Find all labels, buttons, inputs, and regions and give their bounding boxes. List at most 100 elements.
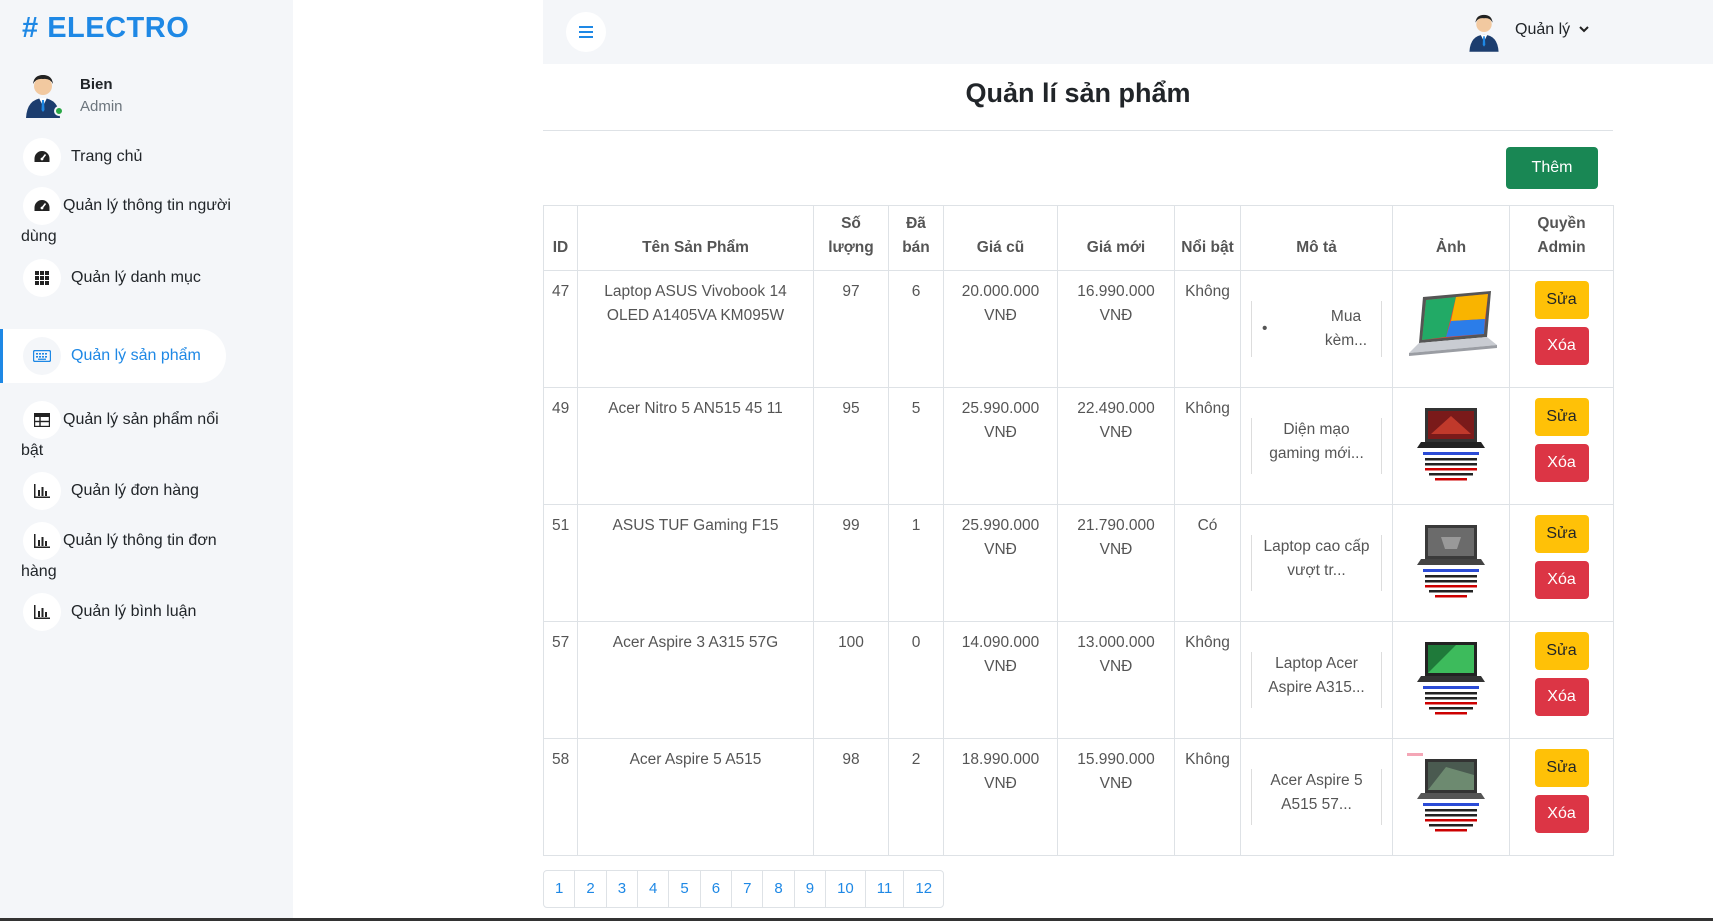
column-header: Giá cũ (943, 205, 1058, 271)
delete-button[interactable]: Xóa (1534, 327, 1589, 365)
delete-button[interactable]: Xóa (1534, 795, 1589, 833)
page-link[interactable]: 9 (795, 871, 827, 907)
cell-id: 51 (543, 504, 578, 622)
sidebar-item-categories[interactable]: Quản lý danh mục (0, 259, 293, 309)
laptop-image (1417, 642, 1485, 715)
desc-box: Acer Aspire 5 A515 57... (1251, 769, 1382, 825)
delete-button[interactable]: Xóa (1534, 678, 1589, 716)
cell-old-price: 25.990.000 VNĐ (943, 387, 1058, 505)
column-header: Số lượng (813, 205, 889, 271)
cell-actions: Sửa Xóa (1509, 270, 1614, 388)
cell-qty: 100 (813, 621, 889, 739)
column-header: Giá mới (1057, 205, 1175, 271)
column-header: Nổi bật (1174, 205, 1241, 271)
sidebar-item-featured-products[interactable]: Quản lý sản phẩm nổi bật (0, 401, 293, 471)
cell-actions: Sửa Xóa (1509, 387, 1614, 505)
sidebar-item-label: Quản lý đơn hàng (71, 482, 199, 499)
cell-image (1392, 504, 1510, 622)
edit-button[interactable]: Sửa (1534, 398, 1589, 436)
cell-featured: Không (1174, 270, 1241, 388)
laptop-image (1409, 291, 1497, 356)
cell-old-price: 14.090.000 VNĐ (943, 621, 1058, 739)
page-link[interactable]: 6 (701, 871, 733, 907)
delete-button[interactable]: Xóa (1534, 561, 1589, 599)
sidebar-item-user-info[interactable]: Quản lý thông tin người dùng (0, 187, 293, 257)
desc-box: Laptop cao cấp vượt tr... (1251, 535, 1382, 591)
page-link[interactable]: 1 (544, 871, 576, 907)
chevron-down-icon[interactable] (1577, 22, 1591, 36)
bullet-icon: • (1262, 320, 1268, 337)
laptop-image (1417, 408, 1485, 481)
column-header: Quyền Admin (1509, 205, 1614, 271)
table-row: 49 Acer Nitro 5 AN515 45 11 95 5 25.990.… (543, 387, 1614, 505)
menu-toggle-button[interactable] (566, 12, 606, 52)
cell-sold: 2 (888, 738, 944, 856)
sidebar-item-label: Quản lý bình luận (71, 603, 197, 620)
cell-sold: 5 (888, 387, 944, 505)
sidebar-item-comments[interactable]: Quản lý bình luận (0, 593, 293, 643)
page-link[interactable]: 3 (607, 871, 639, 907)
cell-desc: Diện mạo gaming mới... (1240, 387, 1393, 505)
edit-button[interactable]: Sửa (1534, 281, 1589, 319)
page-link[interactable]: 5 (669, 871, 701, 907)
divider (543, 130, 1613, 131)
cell-sold: 0 (888, 621, 944, 739)
table-row: 47 Laptop ASUS Vivobook 14 OLED A1405VA … (543, 270, 1614, 388)
user-panel: Bien Admin (22, 72, 282, 122)
sidebar-item-label: Quản lý thông tin đơn hàng (21, 532, 217, 580)
sidebar-item-label: Quản lý sản phẩm nổi bật (21, 411, 219, 459)
column-header: ID (543, 205, 578, 271)
cell-name: Acer Aspire 3 A315 57G (577, 621, 814, 739)
cell-name: Acer Nitro 5 AN515 45 11 (577, 387, 814, 505)
online-indicator (54, 106, 64, 116)
sidebar-item-order-info[interactable]: Quản lý thông tin đơn hàng (0, 522, 293, 592)
cell-old-price: 20.000.000 VNĐ (943, 270, 1058, 388)
brand-logo[interactable]: # ELECTRO (22, 12, 189, 45)
sidebar-item-label: Trang chủ (71, 148, 143, 165)
delete-button[interactable]: Xóa (1534, 444, 1589, 482)
table-row: 57 Acer Aspire 3 A315 57G 100 0 14.090.0… (543, 621, 1614, 739)
cell-qty: 97 (813, 270, 889, 388)
sidebar-item-orders[interactable]: Quản lý đơn hàng (0, 472, 293, 522)
page-link[interactable]: 8 (763, 871, 795, 907)
edit-button[interactable]: Sửa (1534, 632, 1589, 670)
page-link[interactable]: 2 (575, 871, 607, 907)
top-header: Quản lý (543, 0, 1713, 64)
sidebar-item-products[interactable]: Quản lý sản phẩm (0, 329, 293, 383)
cell-image (1392, 270, 1510, 388)
sidebar-item-label: Quản lý sản phẩm (71, 347, 201, 364)
cell-desc: Laptop Acer Aspire A315... (1240, 621, 1393, 739)
desc-text: Mua kèm... (1324, 308, 1368, 349)
edit-button[interactable]: Sửa (1534, 749, 1589, 787)
cell-name: Laptop ASUS Vivobook 14 OLED A1405VA KM0… (577, 270, 814, 388)
cell-featured: Không (1174, 621, 1241, 739)
cell-name: ASUS TUF Gaming F15 (577, 504, 814, 622)
cell-qty: 95 (813, 387, 889, 505)
edit-button[interactable]: Sửa (1534, 515, 1589, 553)
column-header: Mô tả (1240, 205, 1393, 271)
header-user-menu[interactable]: Quản lý (1515, 21, 1570, 39)
page-link[interactable]: 4 (638, 871, 670, 907)
page-link[interactable]: 7 (732, 871, 764, 907)
cell-new-price: 21.790.000 VNĐ (1057, 504, 1175, 622)
cell-name: Acer Aspire 5 A515 (577, 738, 814, 856)
cell-new-price: 22.490.000 VNĐ (1057, 387, 1175, 505)
header-avatar[interactable] (1466, 12, 1502, 52)
table-header-row: ID Tên Sản Phẩm Số lượng Đã bán Giá cũ G… (543, 205, 1614, 271)
page-link[interactable]: 10 (826, 871, 866, 907)
sidebar-item-label: Quản lý thông tin người dùng (21, 197, 231, 245)
table-row: 58 Acer Aspire 5 A515 98 2 18.990.000 VN… (543, 738, 1614, 856)
page-title: Quản lí sản phẩm (965, 78, 1191, 108)
laptop-image (1407, 753, 1485, 832)
page-link[interactable]: 12 (904, 871, 943, 907)
cell-sold: 6 (888, 270, 944, 388)
cell-id: 49 (543, 387, 578, 505)
add-product-button[interactable]: Thêm (1506, 147, 1598, 189)
table-row: 51 ASUS TUF Gaming F15 99 1 25.990.000 V… (543, 504, 1614, 622)
cell-new-price: 13.000.000 VNĐ (1057, 621, 1175, 739)
cell-actions: Sửa Xóa (1509, 504, 1614, 622)
cell-actions: Sửa Xóa (1509, 621, 1614, 739)
cell-actions: Sửa Xóa (1509, 738, 1614, 856)
cell-desc: Laptop cao cấp vượt tr... (1240, 504, 1393, 622)
page-link[interactable]: 11 (866, 871, 905, 907)
